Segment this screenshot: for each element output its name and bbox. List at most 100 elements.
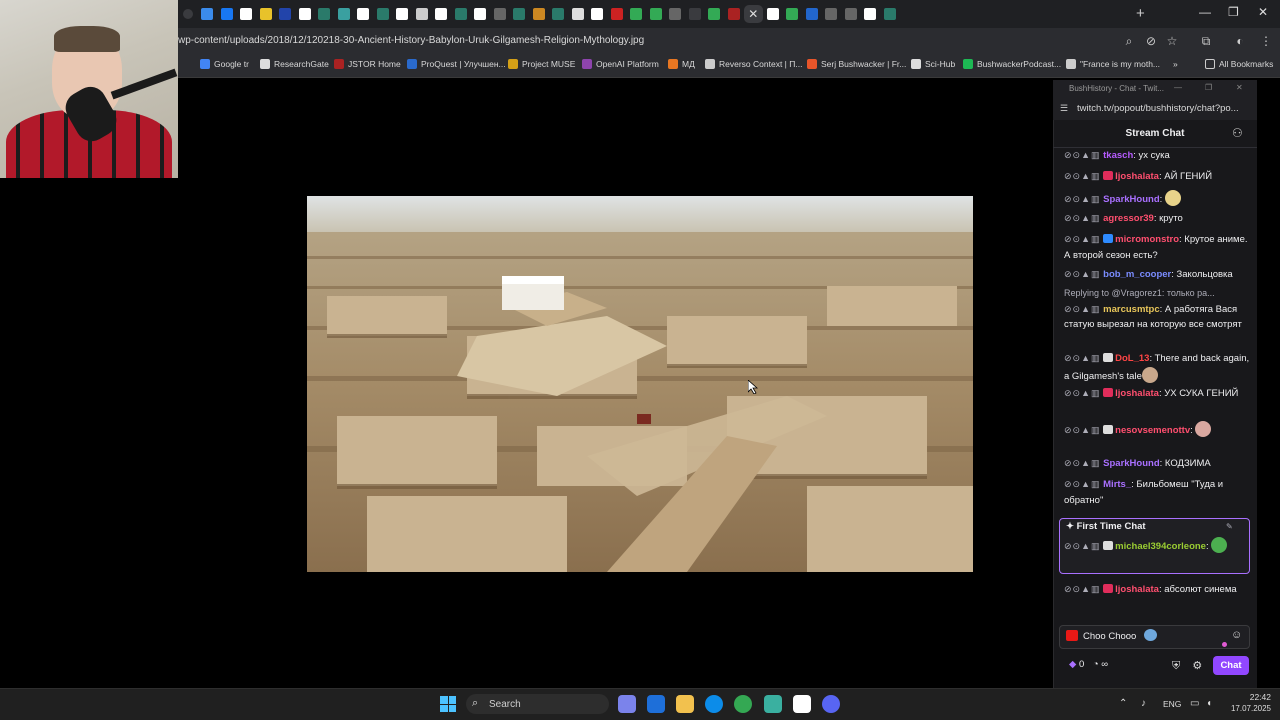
chat-username[interactable]: ljoshalata	[1115, 171, 1159, 182]
taskbar-app-icon[interactable]	[618, 695, 636, 713]
uruk-city-image[interactable]	[307, 196, 973, 572]
browser-tab[interactable]	[451, 5, 471, 23]
browser-tab[interactable]	[607, 5, 627, 23]
menu-icon[interactable]: ⋮	[1258, 33, 1274, 49]
browser-tab[interactable]	[666, 5, 686, 23]
browser-tab[interactable]	[510, 5, 530, 23]
chat-message[interactable]: ⊘⊙▲▥ DoL_13: There and back again, a Gil…	[1064, 351, 1252, 384]
bookmark-item[interactable]: OpenAI Platform	[582, 59, 659, 69]
browser-tab[interactable]	[705, 5, 725, 23]
chat-emote-icon[interactable]	[1211, 537, 1228, 553]
chat-username[interactable]: agressor39	[1103, 213, 1154, 224]
chat-emote-icon[interactable]	[1164, 190, 1181, 206]
taskbar-app-icon[interactable]	[705, 695, 723, 713]
chat-username[interactable]: DoL_13	[1115, 353, 1149, 364]
taskbar-app-icon[interactable]	[793, 695, 811, 713]
browser-tab[interactable]	[627, 5, 647, 23]
mod-actions-icon[interactable]: ⊘⊙▲▥	[1064, 388, 1101, 398]
clock-time[interactable]: 22:42	[1241, 692, 1271, 702]
chat-message[interactable]: ⊘⊙▲▥ agressor39: круто	[1064, 211, 1252, 227]
chat-username[interactable]: micromonstro	[1115, 234, 1179, 245]
taskbar-app-icon[interactable]	[676, 695, 694, 713]
browser-tab[interactable]	[237, 5, 257, 23]
windows-start-icon[interactable]	[440, 696, 456, 712]
mod-actions-icon[interactable]: ⊘⊙▲▥	[1064, 171, 1101, 181]
star-icon[interactable]: ☆	[1164, 33, 1180, 49]
gear-icon[interactable]: ⚙	[1192, 660, 1202, 672]
bookmark-item[interactable]: ResearchGate	[260, 59, 329, 69]
chat-message[interactable]: ⊘⊙▲▥ ljoshalata: абсолют синема	[1064, 582, 1252, 598]
language-indicator[interactable]: ENG	[1163, 699, 1181, 709]
browser-tab[interactable]	[393, 5, 413, 23]
browser-tab[interactable]	[471, 5, 491, 23]
chat-message[interactable]: ⊘⊙▲▥ michael394corleone:	[1064, 537, 1252, 555]
bookmark-item[interactable]: Serj Bushwacker | Fr...	[807, 59, 906, 69]
taskbar-app-icon[interactable]	[822, 695, 840, 713]
extensions-icon[interactable]: ⧉	[1198, 33, 1214, 49]
mod-actions-icon[interactable]: ⊘⊙▲▥	[1064, 458, 1101, 468]
channel-points[interactable]: ◆ 0 ◔ ∞	[1069, 659, 1108, 670]
mod-actions-icon[interactable]: ⊘⊙▲▥	[1064, 479, 1101, 489]
bookmark-item[interactable]: МД	[668, 59, 695, 69]
reply-context[interactable]: Replying to @Vragorez1: только ра...	[1064, 286, 1252, 302]
browser-tab[interactable]	[529, 5, 549, 23]
browser-tab[interactable]	[802, 5, 822, 23]
bookmark-item[interactable]: BushwackerPodcast...	[963, 59, 1061, 69]
browser-tab[interactable]	[646, 5, 666, 23]
network-icon[interactable]: ▭	[1190, 698, 1199, 709]
chat-emote-icon[interactable]	[1195, 421, 1212, 437]
chat-username[interactable]: SparkHound	[1103, 458, 1159, 469]
browser-tab[interactable]	[880, 5, 900, 23]
clock-date[interactable]: 17.07.2025	[1225, 704, 1271, 713]
browser-tab[interactable]	[685, 5, 705, 23]
bookmark-item[interactable]: Google tr	[200, 59, 249, 69]
browser-tab[interactable]	[412, 5, 432, 23]
new-tab-button[interactable]: +	[1136, 5, 1145, 22]
taskbar-app-icon[interactable]	[647, 695, 665, 713]
taskbar-app-icon[interactable]	[764, 695, 782, 713]
browser-tab[interactable]	[724, 5, 744, 23]
chat-message[interactable]: ⊘⊙▲▥ Mirts_: Бильбомеш "Туда и обратно"	[1064, 477, 1252, 508]
bookmark-item[interactable]: Sci-Hub	[911, 59, 955, 69]
browser-tab[interactable]	[568, 5, 588, 23]
chat-username[interactable]: ljoshalata	[1115, 584, 1159, 595]
chat-username[interactable]: tkasch	[1103, 150, 1133, 161]
bookmarks-more-button[interactable]: »	[1173, 59, 1178, 69]
bookmark-item[interactable]: "France is my moth...	[1066, 59, 1160, 69]
zoom-icon[interactable]: ⌕	[1121, 33, 1137, 49]
browser-tab[interactable]	[841, 5, 861, 23]
chat-message[interactable]: Replying to @Vragorez1: только ра... ⊘⊙▲▥…	[1064, 286, 1252, 333]
taskbar-search[interactable]	[466, 694, 609, 714]
browser-tab[interactable]	[432, 5, 452, 23]
chat-users-icon[interactable]: ⚇	[1232, 126, 1243, 140]
mod-actions-icon[interactable]: ⊘⊙▲▥	[1064, 541, 1101, 551]
mod-actions-icon[interactable]: ⊘⊙▲▥	[1064, 213, 1101, 223]
minimize-button[interactable]: —	[1199, 5, 1211, 19]
profile-icon[interactable]: ◐	[1232, 33, 1248, 49]
emote-picker-icon[interactable]: ☺	[1231, 629, 1242, 641]
browser-tab[interactable]	[256, 5, 276, 23]
browser-tab[interactable]	[549, 5, 569, 23]
chat-username[interactable]: SparkHound	[1103, 194, 1159, 205]
site-settings-icon[interactable]: ☰	[1060, 103, 1068, 114]
maximize-button[interactable]: ❐	[1228, 5, 1239, 19]
mod-actions-icon[interactable]: ⊘⊙▲▥	[1064, 234, 1101, 244]
browser-tab[interactable]	[334, 5, 354, 23]
bookmark-item[interactable]: ProQuest | Улучшен...	[407, 59, 506, 69]
browser-tab[interactable]	[822, 5, 842, 23]
close-window-button[interactable]: ✕	[1258, 5, 1268, 19]
chat-input-text[interactable]: Choo Chooo	[1083, 631, 1136, 642]
mod-actions-icon[interactable]: ⊘⊙▲▥	[1064, 150, 1101, 160]
chat-send-button[interactable]: Chat	[1213, 656, 1249, 675]
browser-tab[interactable]	[276, 5, 296, 23]
active-tab-close[interactable]: ✕	[743, 5, 763, 23]
mod-actions-icon[interactable]: ⊘⊙▲▥	[1064, 425, 1101, 435]
bookmark-item[interactable]: JSTOR Home	[334, 59, 401, 69]
mod-actions-icon[interactable]: ⊘⊙▲▥	[1064, 269, 1101, 279]
browser-tab[interactable]	[217, 5, 237, 23]
chat-username[interactable]: ljoshalata	[1115, 388, 1159, 399]
tray-overflow-icon[interactable]: ⌃	[1119, 698, 1127, 709]
ftc-actions-icon[interactable]: ✎	[1226, 522, 1233, 531]
browser-tab[interactable]	[354, 5, 374, 23]
chat-username[interactable]: marcusmtpc	[1103, 304, 1160, 315]
